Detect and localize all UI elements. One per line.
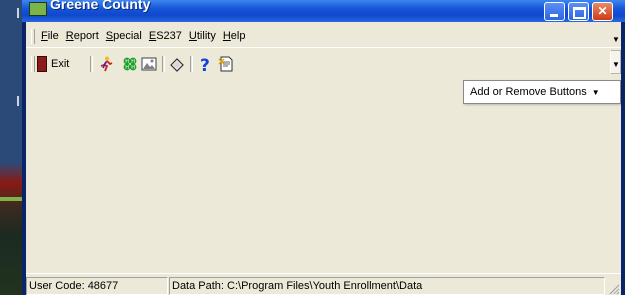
user-code-panel: User Code: 48677 — [26, 277, 168, 295]
menu-file[interactable]: File — [38, 30, 62, 42]
menu-report[interactable]: Report — [63, 30, 102, 42]
eraser-button[interactable] — [169, 54, 185, 74]
svg-text:H: H — [131, 65, 135, 71]
svg-text:H: H — [125, 65, 129, 71]
menu-help[interactable]: Help — [220, 30, 249, 42]
chevron-down-icon: ▼ — [591, 87, 600, 97]
menu-special-label: pecial — [113, 30, 142, 42]
menu-report-mnemonic: R — [65, 30, 74, 42]
menu-overflow-icon[interactable]: ▼ — [612, 35, 620, 44]
svg-text:?: ? — [200, 56, 210, 72]
menu-es237-label: S237 — [156, 30, 182, 42]
exit-label: Exit — [51, 58, 70, 70]
toolbar-options-button[interactable]: ▼ — [610, 50, 621, 74]
close-button[interactable]: ✕ — [592, 2, 613, 21]
app-window: Greene County ✕ File Report Special ES23… — [22, 0, 625, 295]
runner-button[interactable] — [98, 54, 114, 74]
clover-button[interactable]: H H H H — [122, 54, 138, 74]
menu-utility-mnemonic: U — [188, 30, 197, 42]
maximize-icon — [569, 3, 588, 20]
toolbar-separator — [162, 56, 165, 72]
toolbar-separator — [90, 56, 93, 72]
close-icon: ✕ — [597, 4, 608, 18]
toolbar: Exit H H H H ? — [26, 50, 621, 76]
app-icon[interactable] — [29, 2, 47, 16]
client-area: File Report Special ES237 Utility Help ▼… — [26, 22, 621, 295]
help-button[interactable]: ? — [197, 54, 213, 74]
document-button[interactable] — [218, 54, 234, 74]
desktop-background — [0, 0, 24, 295]
menu-report-label: eport — [73, 30, 99, 42]
picture-icon — [141, 57, 157, 71]
toolbar-separator — [190, 56, 193, 72]
menu-special[interactable]: Special — [103, 30, 145, 42]
window-title: Greene County — [50, 0, 151, 12]
help-icon: ? — [200, 56, 210, 72]
menu-file-mnemonic: F — [41, 30, 48, 42]
picture-button[interactable] — [141, 54, 157, 74]
chevron-down-icon: ▼ — [612, 60, 620, 69]
clover-icon: H H H H — [123, 57, 137, 71]
menu-utility-label: tility — [196, 30, 216, 42]
toolbar-grip[interactable] — [31, 56, 35, 72]
status-bar: User Code: 48677 Data Path: C:\Program F… — [26, 273, 621, 295]
door-icon — [37, 56, 47, 72]
data-path-panel: Data Path: C:\Program Files\Youth Enroll… — [169, 277, 605, 295]
minimize-icon — [545, 3, 564, 20]
minimize-button[interactable] — [544, 2, 565, 21]
maximize-button[interactable] — [568, 2, 589, 21]
menu-utility[interactable]: Utility — [186, 30, 219, 42]
menu-es237[interactable]: ES237 — [146, 30, 185, 42]
title-bar[interactable]: Greene County ✕ — [22, 0, 625, 22]
runner-icon — [98, 56, 114, 72]
resize-grip[interactable] — [607, 282, 619, 294]
document-icon — [218, 56, 233, 72]
menu-grip[interactable] — [31, 29, 35, 44]
eraser-icon — [170, 58, 184, 72]
add-remove-label: Add or Remove Buttons — [470, 86, 587, 98]
desktop-accent — [0, 197, 24, 201]
menu-help-label: elp — [230, 30, 246, 42]
menu-bar: File Report Special ES237 Utility Help ▼ — [26, 25, 621, 48]
menu-help-mnemonic: H — [222, 30, 231, 42]
add-remove-buttons-menu-item[interactable]: Add or Remove Buttons ▼ — [463, 80, 621, 104]
desktop-marker — [17, 8, 19, 18]
desktop-marker — [17, 96, 19, 106]
menu-file-label: ile — [47, 30, 59, 42]
exit-button[interactable]: Exit — [37, 54, 69, 74]
